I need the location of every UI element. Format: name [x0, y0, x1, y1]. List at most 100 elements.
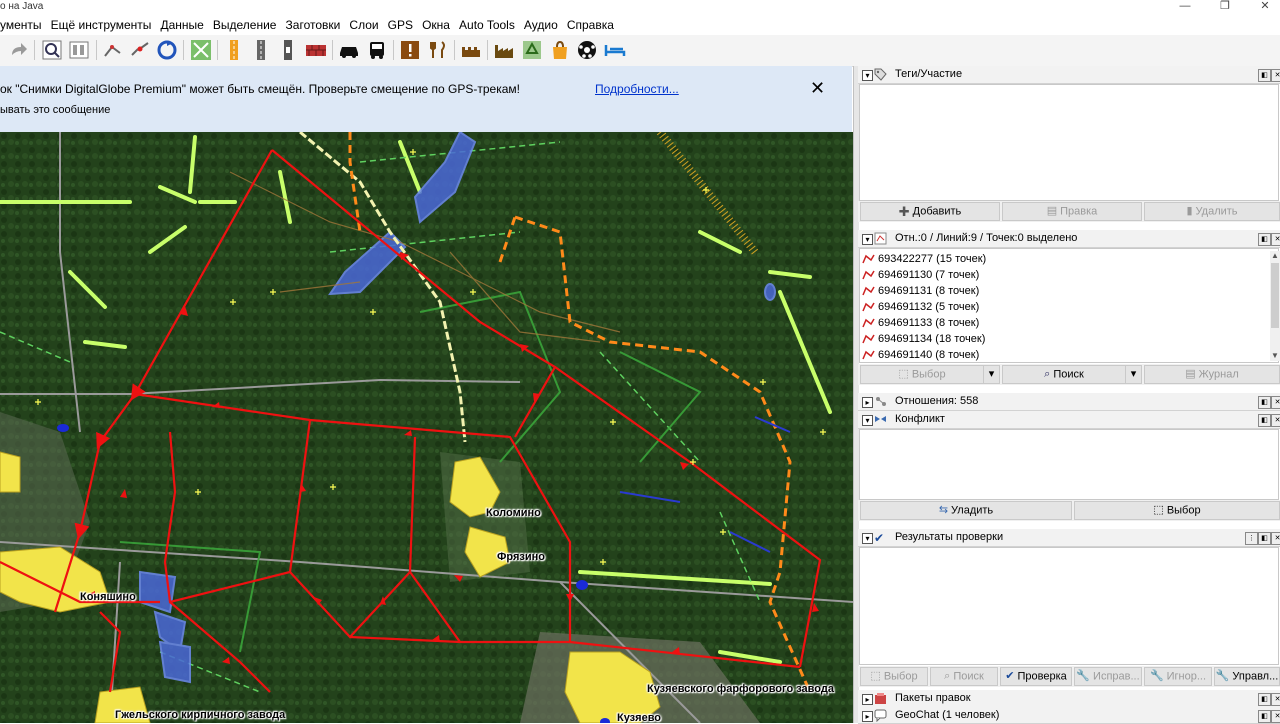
validate-button[interactable]: ✔ Проверка — [1000, 667, 1072, 686]
detach-panel-icon[interactable]: ◧ — [1258, 693, 1271, 706]
menu-data[interactable]: Данные — [157, 16, 206, 35]
recycling-icon[interactable] — [521, 39, 543, 61]
menu-audio[interactable]: Аудио — [521, 16, 561, 35]
split-way-icon[interactable] — [129, 39, 151, 61]
detach-panel-icon[interactable]: ◧ — [1258, 233, 1271, 246]
conflict-select-button[interactable]: ⬚ Выбор — [1074, 501, 1280, 520]
minimize-icon[interactable]: — — [1170, 0, 1200, 14]
road-primary-icon[interactable] — [223, 39, 245, 61]
expand-toggle-icon[interactable]: ▸ — [862, 711, 873, 722]
close-panel-icon[interactable]: ✕ — [1271, 233, 1280, 246]
menu-selection[interactable]: Выделение — [210, 16, 280, 35]
scroll-thumb[interactable] — [1271, 263, 1279, 328]
hotel-bed-icon[interactable] — [604, 39, 626, 61]
manage-button[interactable]: 🔧 Управл... — [1214, 667, 1280, 686]
road-track-icon[interactable] — [277, 39, 299, 61]
list-item[interactable]: 694691131 (8 точек) — [862, 283, 979, 299]
selection-panel-title: Отн.:0 / Линий:9 / Точек:0 выделено — [895, 232, 1078, 244]
close-panel-icon[interactable]: ✕ — [1271, 693, 1280, 706]
move-icon[interactable] — [190, 39, 212, 61]
map-canvas[interactable] — [0, 132, 853, 723]
details-link[interactable]: Подробности... — [595, 82, 679, 96]
validation-panel-title: Результаты проверки — [895, 531, 1004, 543]
menu-layers[interactable]: Слои — [346, 16, 381, 35]
select-dropdown-chevron-icon[interactable]: ▾ — [984, 365, 1000, 384]
expand-toggle-icon[interactable]: ▸ — [862, 397, 873, 408]
hazard-icon[interactable] — [399, 39, 421, 61]
menu-help[interactable]: Справка — [564, 16, 617, 35]
panel-settings-icon[interactable]: ⋮ — [1245, 532, 1258, 545]
detach-panel-icon[interactable]: ◧ — [1258, 69, 1271, 82]
validation-select-button[interactable]: ⬚ Выбор — [860, 667, 928, 686]
detach-panel-icon[interactable]: ◧ — [1258, 414, 1271, 427]
menu-windows[interactable]: Окна — [419, 16, 453, 35]
list-item[interactable]: 694691133 (8 точек) — [862, 315, 979, 331]
close-panel-icon[interactable]: ✕ — [1271, 532, 1280, 545]
restaurant-icon[interactable] — [427, 39, 449, 61]
geochat-panel-header[interactable]: ▸ GeoChat (1 человек) ◧ ✕ — [858, 707, 1280, 724]
menu-presets[interactable]: Заготовки — [283, 16, 344, 35]
update-data-icon[interactable] — [156, 39, 178, 61]
close-panel-icon[interactable]: ✕ — [1271, 69, 1280, 82]
selection-button-row: ⬚ Выбор ▾ ⌕ Поиск ▾ ▤ Журнал — [858, 364, 1280, 385]
list-item[interactable]: 694691130 (7 точек) — [862, 267, 979, 283]
dont-show-again-option[interactable]: ывать это сообщение — [0, 104, 110, 116]
close-panel-icon[interactable]: ✕ — [1271, 710, 1280, 723]
list-item[interactable]: 694691134 (18 точек) — [862, 331, 985, 347]
select-button[interactable]: ⬚ Выбор — [860, 365, 984, 384]
restore-icon[interactable]: ❐ — [1210, 0, 1240, 14]
castle-icon[interactable] — [460, 39, 482, 61]
add-tag-button[interactable]: ✚ Добавить — [860, 202, 1000, 221]
bus-icon[interactable] — [366, 39, 388, 61]
detach-panel-icon[interactable]: ◧ — [1258, 710, 1271, 723]
tag-icon — [874, 68, 887, 81]
fix-button[interactable]: 🔧 Исправ... — [1074, 667, 1142, 686]
search-button[interactable]: ⌕ Поиск — [1002, 365, 1126, 384]
close-window-icon[interactable]: ✕ — [1250, 0, 1280, 14]
close-panel-icon[interactable]: ✕ — [1271, 414, 1280, 427]
relations-panel-header[interactable]: ▸ Отношения: 558 ◧ ✕ — [858, 393, 1280, 411]
history-button[interactable]: ▤ Журнал — [1144, 365, 1280, 384]
wrench-icon: 🔧 — [1076, 670, 1091, 682]
delete-tag-button[interactable]: ▮ Удалить — [1144, 202, 1280, 221]
collapse-toggle-icon[interactable]: ▾ — [862, 415, 873, 426]
list-item[interactable]: 693422277 (15 точек) — [862, 251, 986, 267]
scroll-down-icon[interactable]: ▼ — [1270, 351, 1280, 361]
expand-toggle-icon[interactable]: ▸ — [862, 694, 873, 705]
draw-way-icon[interactable] — [102, 39, 124, 61]
car-icon[interactable] — [338, 39, 360, 61]
resolve-conflict-button[interactable]: ⇆ Уладить — [860, 501, 1072, 520]
detach-panel-icon[interactable]: ◧ — [1258, 532, 1271, 545]
detach-panel-icon[interactable]: ◧ — [1258, 396, 1271, 409]
road-minor-icon[interactable] — [250, 39, 272, 61]
zoom-search-icon[interactable] — [41, 39, 63, 61]
list-item[interactable]: 694691140 (8 точек) — [862, 347, 979, 363]
search-dropdown-chevron-icon[interactable]: ▾ — [1126, 365, 1142, 384]
sports-ball-icon[interactable] — [576, 39, 598, 61]
shop-bag-icon[interactable] — [549, 39, 571, 61]
list-item[interactable]: 694691132 (5 точек) — [862, 299, 979, 315]
menu-tools[interactable]: ументы — [0, 16, 45, 35]
edit-tag-button[interactable]: ▤ Правка — [1002, 202, 1142, 221]
collapse-toggle-icon[interactable]: ▾ — [862, 234, 873, 245]
industrial-icon[interactable] — [493, 39, 515, 61]
menu-gps[interactable]: GPS — [385, 16, 416, 35]
menu-auto-tools[interactable]: Auto Tools — [456, 16, 518, 35]
close-panel-icon[interactable]: ✕ — [1271, 396, 1280, 409]
collapse-toggle-icon[interactable]: ▾ — [862, 70, 873, 81]
place-label-fryazino: Фрязино — [497, 551, 545, 563]
edit-icon: ▤ — [1046, 205, 1058, 217]
collapse-toggle-icon[interactable]: ▾ — [862, 533, 873, 544]
preferences-icon[interactable] — [68, 39, 90, 61]
redo-icon[interactable] — [8, 39, 30, 61]
close-notification-icon[interactable]: ✕ — [810, 78, 825, 99]
ignore-button[interactable]: 🔧 Игнор... — [1144, 667, 1212, 686]
map-view[interactable]: Коломино Фрязино Коняшино Кузяевского фа… — [0, 132, 853, 723]
scroll-up-icon[interactable]: ▲ — [1270, 251, 1280, 261]
menu-more-tools[interactable]: Ещё инструменты — [48, 16, 155, 35]
wall-icon[interactable] — [305, 39, 327, 61]
resolve-icon: ⇆ — [938, 504, 949, 516]
changesets-panel-header[interactable]: ▸ Пакеты правок ◧ ✕ — [858, 690, 1280, 708]
validation-search-button[interactable]: ⌕ Поиск — [930, 667, 998, 686]
selection-scrollbar[interactable]: ▲ ▼ — [1270, 251, 1280, 361]
